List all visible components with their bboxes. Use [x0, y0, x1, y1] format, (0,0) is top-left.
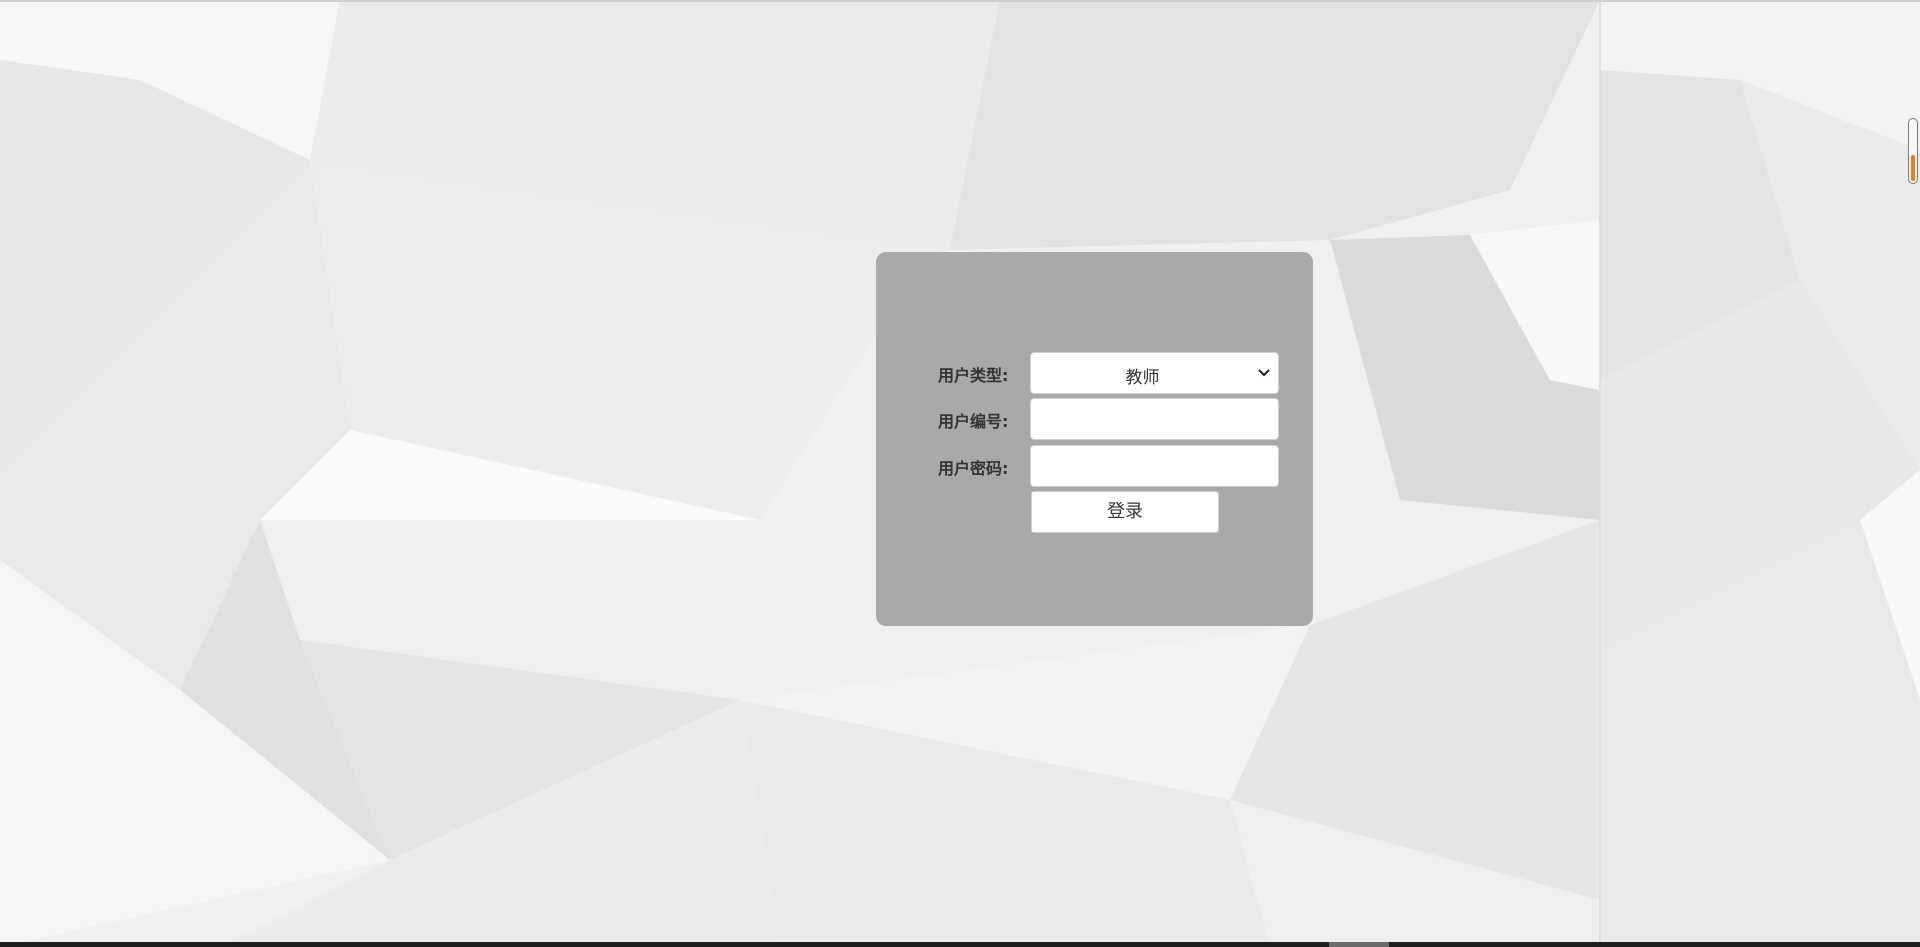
user-type-label: 用户类型: — [938, 366, 1009, 385]
user-id-label: 用户编号: — [938, 412, 1009, 431]
submit-row: 登录 — [876, 491, 1313, 533]
horizontal-scrollbar-thumb[interactable] — [1329, 942, 1389, 947]
user-password-input[interactable] — [1030, 445, 1279, 487]
top-border-line — [0, 0, 1920, 2]
user-type-row: 用户类型: 教师 — [876, 352, 1313, 394]
chevron-down-icon — [1258, 369, 1270, 377]
login-panel: 用户类型: 教师 用户编号: 用户密码: 登录 — [876, 252, 1313, 626]
side-progress-fill — [1911, 155, 1915, 181]
bottom-bar — [0, 942, 1920, 947]
login-button[interactable]: 登录 — [1031, 491, 1219, 533]
side-progress-widget — [1908, 118, 1918, 184]
user-id-input[interactable] — [1030, 398, 1279, 440]
user-type-selected-value: 教师 — [1125, 368, 1160, 388]
user-password-row: 用户密码: — [876, 445, 1313, 487]
user-type-select[interactable]: 教师 — [1030, 352, 1279, 394]
user-id-row: 用户编号: — [876, 398, 1313, 440]
user-password-label: 用户密码: — [938, 459, 1009, 478]
